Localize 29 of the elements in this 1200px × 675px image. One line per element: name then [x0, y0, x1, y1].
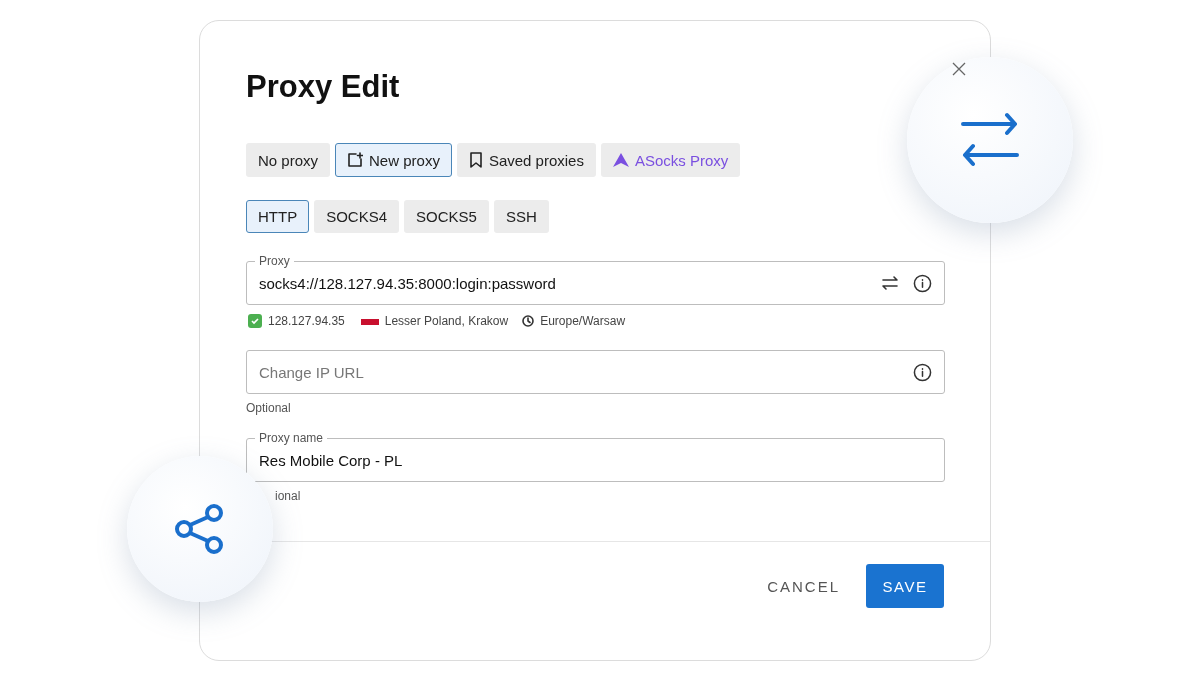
field-label: Proxy — [255, 254, 294, 268]
change-ip-url-field[interactable]: Change IP URL — [246, 350, 945, 394]
ip-address: 128.127.94.35 — [268, 314, 345, 328]
share-icon — [174, 503, 226, 555]
flag-icon — [360, 317, 379, 325]
add-note-icon — [347, 152, 364, 168]
info-icon[interactable] — [913, 362, 932, 382]
proxy-source-tab[interactable]: No proxy — [246, 143, 331, 177]
helper-text: ional — [275, 489, 301, 503]
save-button[interactable]: SAVE — [866, 564, 944, 608]
protocol-tab[interactable]: SSH — [493, 200, 549, 233]
dialog-title: Proxy Edit — [246, 69, 400, 105]
clock-icon — [522, 315, 535, 327]
proxy-source-tab[interactable]: New proxy — [335, 143, 452, 177]
swap-icon — [961, 112, 1019, 168]
bookmark-icon — [468, 152, 483, 168]
protocol-tab[interactable]: SOCKS5 — [404, 200, 489, 233]
protocol-tab[interactable]: SOCKS4 — [314, 200, 400, 233]
field-label: Proxy name — [255, 431, 328, 445]
protocol-tab[interactable]: HTTP — [246, 200, 310, 233]
cancel-button[interactable]: CANCEL — [763, 567, 844, 605]
info-icon[interactable] — [913, 273, 932, 293]
timezone-text: Europe/Warsaw — [540, 314, 626, 328]
location-text: Lesser Poland, Krakow — [384, 314, 509, 328]
swap-icon[interactable] — [881, 275, 899, 291]
proxy-source-tab[interactable]: ASocks Proxy — [600, 143, 741, 177]
helper-text: Optional — [246, 401, 291, 415]
proxy-source-tab[interactable]: Saved proxies — [456, 143, 596, 177]
brand-logo-icon — [612, 153, 629, 167]
